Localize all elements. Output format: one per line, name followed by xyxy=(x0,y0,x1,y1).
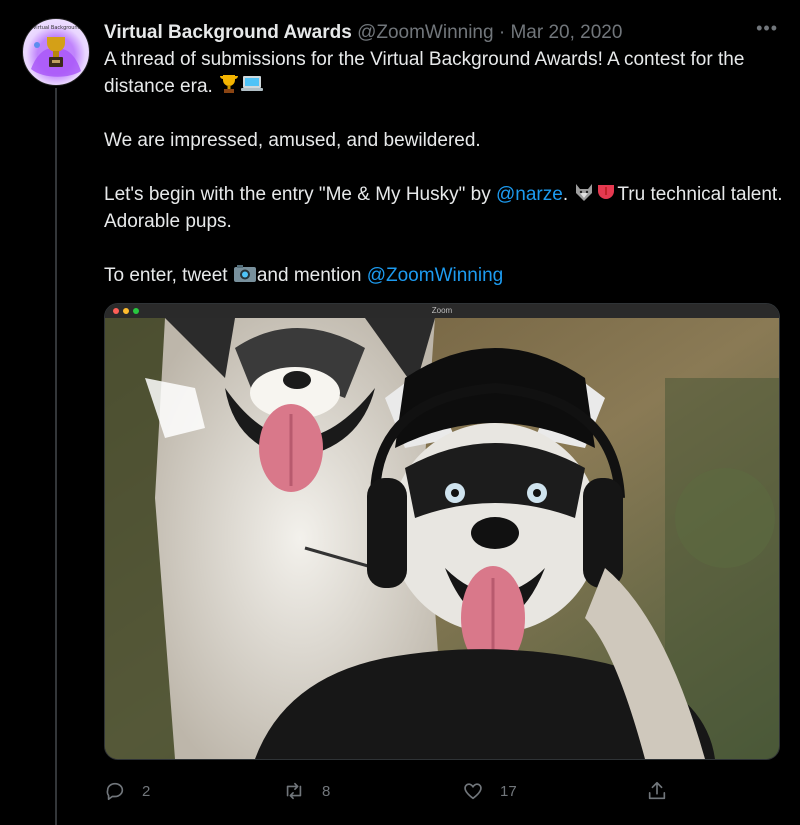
like-count: 17 xyxy=(500,782,517,800)
zoom-window-title: Zoom xyxy=(431,306,453,315)
retweet-count: 8 xyxy=(322,782,331,800)
like-icon xyxy=(464,783,482,800)
timestamp[interactable]: Mar 20, 2020 xyxy=(510,22,622,43)
share-icon xyxy=(648,781,666,800)
more-icon[interactable]: ••• xyxy=(756,18,778,39)
like-button[interactable]: 17 xyxy=(462,776,517,806)
display-name[interactable]: Virtual Background Awards xyxy=(104,22,352,43)
zoom-window-bar: Zoom xyxy=(105,304,779,318)
mention-zoomwinning[interactable]: @ZoomWinning xyxy=(367,265,504,286)
share-button[interactable] xyxy=(646,776,684,806)
trophy-logo-icon xyxy=(31,37,81,77)
tongue-icon xyxy=(598,185,615,199)
laptop-icon xyxy=(241,76,264,91)
wolf-icon xyxy=(576,184,593,201)
mention-narze[interactable]: @narze xyxy=(496,184,563,205)
tweet-line-1-text: A thread of submissions for the Virtual … xyxy=(104,49,745,97)
tweet-line-4-b: and mention xyxy=(256,265,362,286)
tweet-line-3-b: . xyxy=(562,184,569,205)
tweet-line-3: Let's begin with the entry "Me & My Husk… xyxy=(104,181,784,235)
tweet-actions: 2 8 17 xyxy=(104,776,684,806)
trophy-icon xyxy=(220,75,239,93)
separator: · xyxy=(498,22,506,43)
husky-photo xyxy=(105,318,779,759)
retweet-icon xyxy=(286,782,302,800)
reply-icon xyxy=(106,782,124,801)
tweet-line-4: To enter, tweet and mention @ZoomWinning xyxy=(104,262,784,289)
tweet-line-3-a: Let's begin with the entry "Me & My Husk… xyxy=(104,184,491,205)
tweet-header: Virtual Background Awards @ZoomWinning ·… xyxy=(104,21,760,45)
camera-icon xyxy=(233,265,256,282)
tweet-text: A thread of submissions for the Virtual … xyxy=(104,46,784,289)
tweet-line-2: We are impressed, amused, and bewildered… xyxy=(104,130,481,151)
retweet-button[interactable]: 8 xyxy=(282,776,330,806)
tweet-line-1: A thread of submissions for the Virtual … xyxy=(104,46,784,100)
reply-count: 2 xyxy=(142,782,151,800)
handle[interactable]: @ZoomWinning xyxy=(357,22,494,43)
tweet-line-4-a: To enter, tweet xyxy=(104,265,228,286)
avatar[interactable]: Virtual Background xyxy=(22,18,90,86)
media-attachment[interactable]: Zoom xyxy=(104,303,780,760)
reply-button[interactable]: 2 xyxy=(104,776,150,806)
thread-line xyxy=(55,88,57,825)
